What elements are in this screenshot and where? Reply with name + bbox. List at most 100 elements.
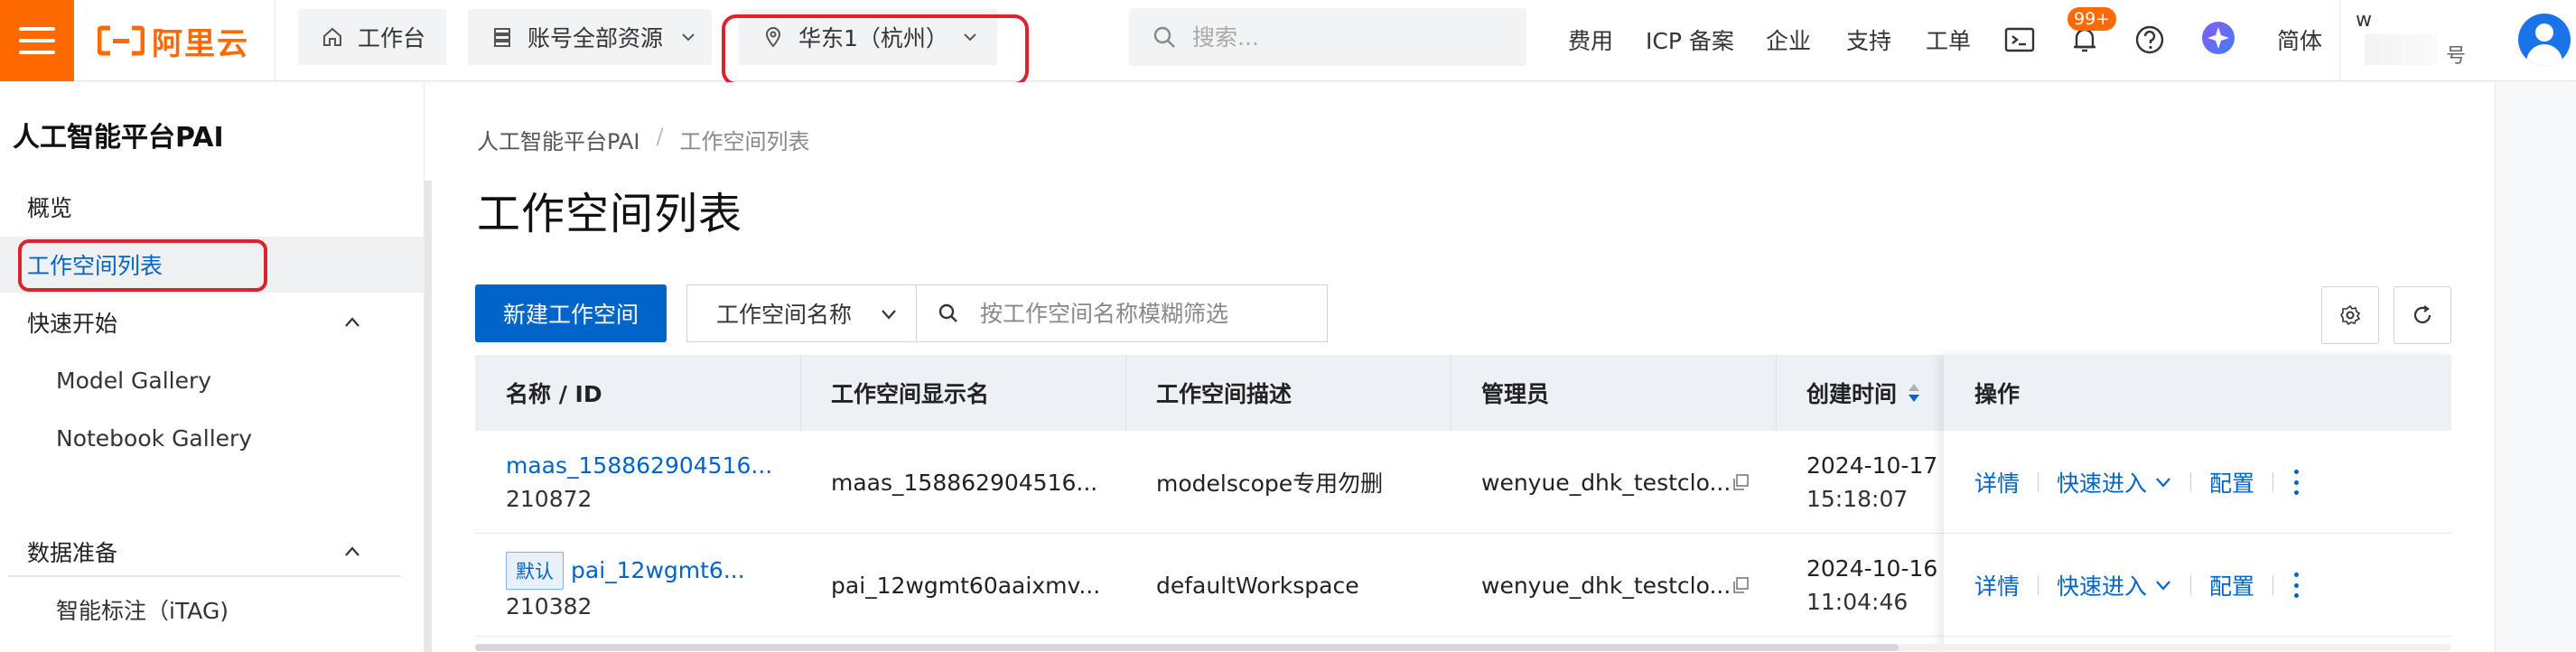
cell-created: 2024-10-16 11:04:46 [1776, 534, 1937, 637]
new-workspace-button[interactable]: 新建工作空间 [475, 284, 667, 342]
filter-search-input[interactable] [980, 300, 1323, 327]
sidebar-item-model-gallery[interactable]: Model Gallery [0, 352, 425, 408]
more-actions-icon[interactable] [2291, 573, 2301, 598]
cell-created: 2024-10-17 15:18:07 [1776, 431, 1937, 534]
chevron-down-icon [964, 33, 976, 42]
workspace-name-link[interactable]: maas_158862904516... [506, 452, 772, 479]
language-switch[interactable]: 简体 [2277, 23, 2322, 56]
sidebar-title: 人工智能平台PAI [13, 122, 224, 154]
nav-link-enterprise[interactable]: 企业 [1766, 23, 1811, 56]
action-separator [2190, 575, 2192, 595]
row-actions: 详情 快速进入 配置 [1944, 534, 2301, 637]
sidebar: 人工智能平台PAI 概览 工作空间列表 快速开始 Model Gallery N… [0, 82, 425, 652]
cell-admin: wenyue_dhk_testclo... [1451, 534, 1731, 637]
workbench-label: 工作台 [358, 25, 426, 51]
detail-link[interactable]: 详情 [1974, 466, 2020, 498]
aliyun-logo[interactable]: 阿里云 [98, 20, 249, 62]
breadcrumb: 人工智能平台PAI / 工作空间列表 [477, 124, 810, 155]
resource-scope-dropdown[interactable]: 账号全部资源 [468, 9, 712, 65]
page-title: 工作空间列表 [477, 189, 743, 239]
cell-description: defaultWorkspace [1125, 534, 1359, 637]
workspace-table: 名称 / ID 工作空间显示名 工作空间描述 管理员 创建时间 操作 maas_… [475, 355, 2451, 652]
column-header-created[interactable]: 创建时间 [1776, 355, 1922, 431]
workspace-id: 210382 [506, 592, 593, 619]
sidebar-item-label: Notebook Gallery [56, 424, 253, 452]
ai-assistant-icon[interactable] [2200, 20, 2236, 56]
nav-link-ticket[interactable]: 工单 [1926, 23, 1971, 56]
refresh-button[interactable] [2394, 286, 2451, 344]
avatar[interactable] [2518, 14, 2571, 66]
top-navigation-bar: 阿里云 工作台 账号全部资源 华东1（杭州） 费用 ICP 备案 企业 支持 工… [0, 0, 2576, 86]
chevron-up-icon [345, 317, 359, 327]
refresh-icon [2413, 305, 2431, 323]
cell-display-name: pai_12wgmt60aaixmv... [800, 534, 1100, 637]
copy-icon[interactable] [1731, 472, 1750, 492]
sidebar-group-data-prep[interactable]: 数据准备 [0, 524, 425, 580]
workspace-admin: wenyue_dhk_testclo... [1481, 572, 1731, 599]
row-actions: 详情 快速进入 配置 [1944, 431, 2301, 534]
workspace-admin: wenyue_dhk_testclo... [1481, 469, 1731, 496]
copy-icon[interactable] [1731, 575, 1750, 595]
gear-icon [2340, 304, 2361, 326]
sidebar-item-overview[interactable]: 概览 [0, 179, 425, 235]
action-separator [2038, 575, 2039, 595]
console-page: 阿里云 工作台 账号全部资源 华东1（杭州） 费用 ICP 备案 企业 支持 工… [0, 0, 2576, 652]
detail-link[interactable]: 详情 [1974, 569, 2020, 601]
sidebar-scrollbar[interactable] [425, 181, 432, 652]
created-time: 15:18:07 [1806, 486, 1909, 512]
config-link[interactable]: 配置 [2209, 569, 2254, 601]
filter-field-select[interactable]: 工作空间名称 [686, 284, 916, 342]
sidebar-item-label: Model Gallery [56, 367, 212, 394]
more-actions-icon[interactable] [2291, 470, 2301, 495]
column-header-display-name: 工作空间显示名 [831, 381, 990, 407]
config-link[interactable]: 配置 [2209, 466, 2254, 498]
table-horizontal-scrollbar[interactable] [475, 644, 1899, 651]
search-input[interactable] [1192, 23, 1517, 51]
menu-icon[interactable] [0, 0, 74, 81]
breadcrumb-item-pai[interactable]: 人工智能平台PAI [477, 124, 639, 155]
region-selector[interactable]: 华东1（杭州） [739, 9, 997, 65]
global-search[interactable] [1129, 8, 1526, 66]
resource-scope-label: 账号全部资源 [527, 25, 664, 51]
nav-link-billing[interactable]: 费用 [1568, 23, 1613, 56]
nav-link-icp[interactable]: ICP 备案 [1646, 23, 1734, 56]
quick-enter-label: 快速进入 [2057, 573, 2148, 600]
aliyun-logo-icon [98, 25, 145, 56]
notification-badge: 99+ [2067, 7, 2117, 31]
redacted-account [2365, 34, 2437, 65]
quick-enter-dropdown[interactable]: 快速进入 [2057, 569, 2172, 601]
user-name[interactable]: w [2356, 9, 2372, 32]
cell-admin: wenyue_dhk_testclo... [1451, 431, 1731, 534]
sidebar-group-quick-start[interactable]: 快速开始 [0, 294, 425, 350]
workspace-name-link[interactable]: pai_12wgmt6... [571, 557, 745, 583]
sidebar-item-label: 数据准备 [27, 540, 118, 566]
workspace-description: modelscope专用勿删 [1156, 470, 1384, 497]
workspace-description: defaultWorkspace [1156, 572, 1359, 599]
sidebar-item-itag[interactable]: 智能标注（iTAG) [0, 582, 425, 638]
sort-icon[interactable] [1906, 381, 1922, 405]
filter-search[interactable] [916, 284, 1328, 342]
terminal-icon[interactable] [2003, 23, 2036, 56]
settings-button[interactable] [2321, 286, 2379, 344]
action-separator [2190, 472, 2192, 492]
sidebar-item-notebook-gallery[interactable]: Notebook Gallery [0, 410, 425, 466]
workbench-button[interactable]: 工作台 [298, 9, 446, 65]
nav-link-support[interactable]: 支持 [1846, 23, 1891, 56]
action-separator [2038, 472, 2039, 492]
cell-name: maas_158862904516... 210872 [475, 431, 772, 534]
help-icon[interactable] [2133, 23, 2166, 56]
column-header-name: 名称 / ID [506, 381, 602, 407]
sidebar-item-label: 工作空间列表 [27, 253, 163, 279]
column-header-created-label: 创建时间 [1806, 381, 1898, 407]
home-icon [323, 27, 341, 46]
quick-enter-dropdown[interactable]: 快速进入 [2057, 466, 2172, 498]
sidebar-item-label: 快速开始 [27, 311, 118, 337]
right-gutter [2495, 82, 2576, 652]
divider [2339, 0, 2340, 81]
cell-description: modelscope专用勿删 [1125, 431, 1383, 534]
chevron-down-icon [682, 33, 695, 42]
sidebar-item-workspace-list[interactable]: 工作空间列表 [0, 237, 425, 293]
region-label: 华东1（杭州） [798, 25, 948, 51]
column-header-admin: 管理员 [1481, 381, 1550, 407]
sidebar-item-label: 概览 [27, 195, 73, 221]
